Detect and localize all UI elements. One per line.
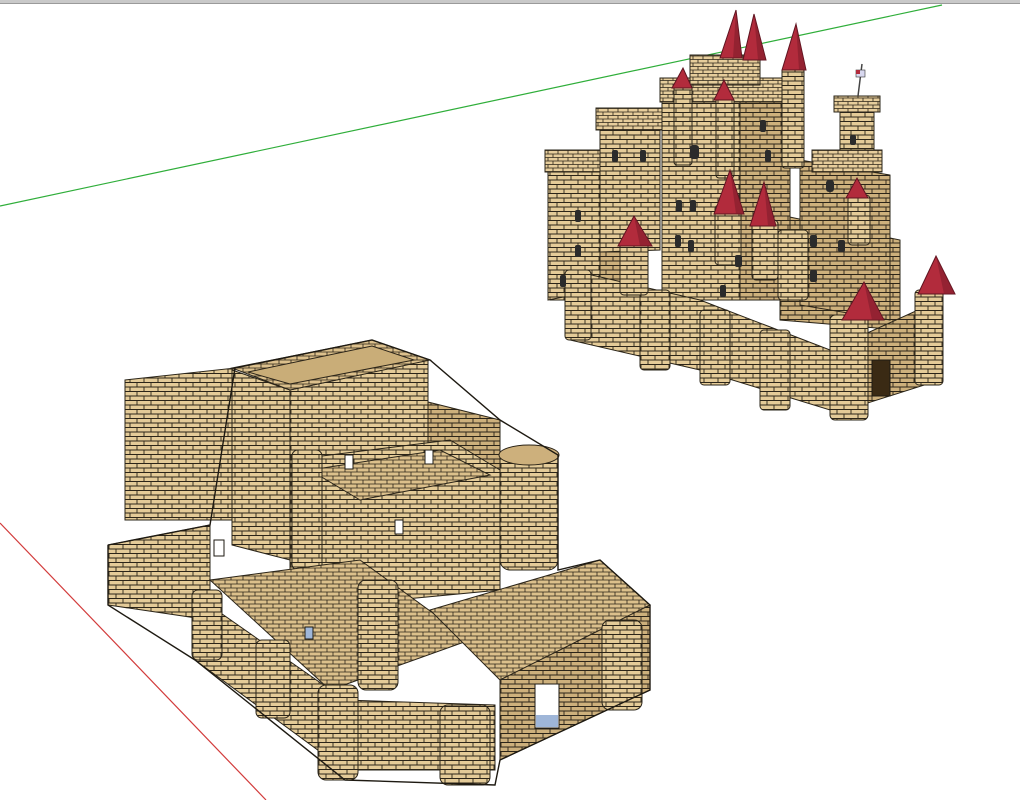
scene-canvas[interactable] (0, 0, 1020, 800)
fortress-middle-round-tower (291, 449, 323, 571)
castle-square-tower-top (595, 107, 665, 131)
fortress-back-left-wall (124, 367, 236, 521)
fortress-small-window-glass (304, 626, 314, 640)
fortress-gate-glass (536, 715, 558, 727)
castle-right-block-top (811, 149, 883, 173)
castle-gate (871, 359, 891, 397)
modeling-viewport[interactable] (0, 0, 1020, 800)
flag-icon (855, 69, 866, 78)
fortress-right-round-tower-top (498, 444, 560, 466)
fortress-keep-front (231, 369, 291, 561)
fairytale-castle-model[interactable] (544, 9, 956, 421)
fortress-castle-model[interactable] (107, 339, 651, 786)
flag-pole (857, 63, 863, 97)
castle-flag-tower-top (833, 95, 881, 113)
fortress-right-round-tower (499, 449, 559, 571)
